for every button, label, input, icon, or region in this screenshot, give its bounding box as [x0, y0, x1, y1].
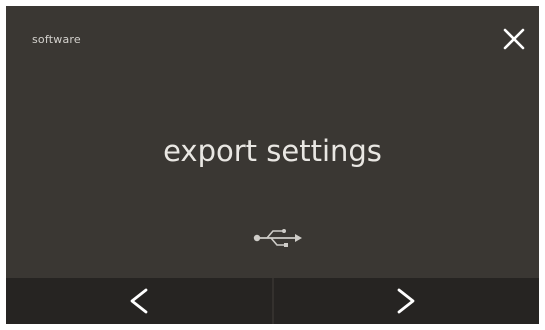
usb-icon-container: [252, 227, 302, 249]
close-icon: [503, 28, 525, 50]
bottom-navigation: [6, 278, 539, 324]
breadcrumb: software: [32, 33, 81, 46]
chevron-right-icon: [397, 288, 415, 314]
close-button[interactable]: [499, 24, 529, 54]
previous-button[interactable]: [6, 278, 272, 324]
device-screen: software export settings: [6, 6, 539, 324]
usb-icon: [253, 229, 302, 247]
next-button[interactable]: [274, 278, 540, 324]
page-title: export settings: [163, 134, 382, 168]
chevron-left-icon: [130, 288, 148, 314]
